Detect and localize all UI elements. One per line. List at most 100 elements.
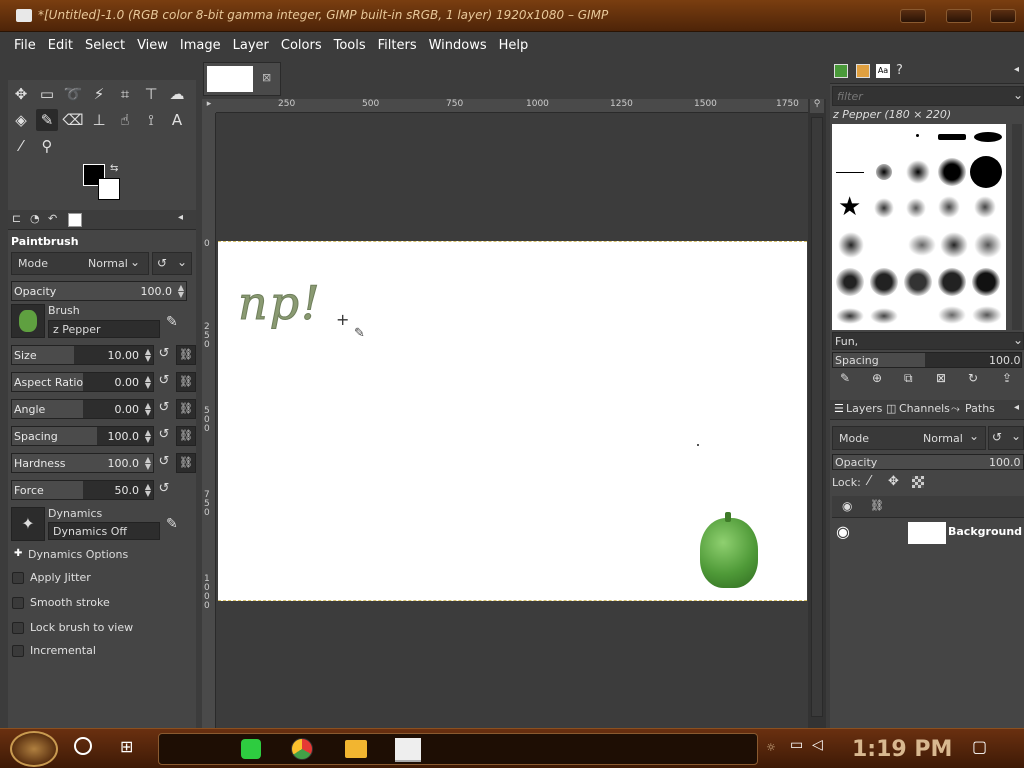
brush-swatch[interactable]: [904, 268, 932, 296]
rect-select-tool-icon[interactable]: ▭: [36, 83, 58, 105]
zoom-icon[interactable]: ⚲: [810, 99, 824, 113]
crop-tool-icon[interactable]: ⌗: [114, 83, 136, 105]
quick-mask-corner-icon[interactable]: ▸: [202, 99, 216, 113]
horizontal-ruler[interactable]: 250 500 750 1000 1250 1500 1750: [216, 99, 808, 113]
brush-swatch[interactable]: [974, 132, 1002, 142]
layer-visibility-eye-icon[interactable]: ◉: [836, 522, 850, 541]
clone-tool-icon[interactable]: ⊥: [88, 109, 110, 131]
apply-jitter-checkbox[interactable]: [12, 572, 24, 584]
vertical-ruler[interactable]: 0 250 500 750 1000: [202, 113, 216, 728]
vertical-scrollbar[interactable]: ⚲: [808, 99, 826, 728]
notifications-icon[interactable]: ▢: [972, 737, 987, 756]
brush-swatch[interactable]: [838, 232, 864, 258]
brush-swatch[interactable]: [972, 306, 1002, 324]
background-color-swatch[interactable]: [98, 178, 120, 200]
open-brush-icon[interactable]: ⇪: [1002, 371, 1012, 385]
menu-view[interactable]: View: [137, 38, 168, 53]
clock[interactable]: 1:19 PM: [852, 737, 952, 762]
mode-reset-dropdown[interactable]: ↺ ⌄: [152, 252, 192, 275]
spin-arrows-icon[interactable]: ▲ ▼: [145, 348, 151, 363]
layer-mode-dropdown[interactable]: Mode Normal ⌄: [832, 426, 986, 450]
notes-app-icon[interactable]: [241, 739, 261, 759]
eraser-tool-icon[interactable]: ⌫: [62, 109, 84, 131]
menu-select[interactable]: Select: [85, 38, 125, 53]
spin-arrows-icon[interactable]: ▲ ▼: [145, 402, 151, 417]
star-brush-icon[interactable]: ★: [838, 194, 861, 220]
image-canvas[interactable]: np! + ✎: [218, 241, 807, 601]
brush-swatch[interactable]: [906, 198, 926, 218]
brush-swatch[interactable]: [940, 232, 968, 258]
brush-filter-input[interactable]: filter ⌄: [832, 86, 1024, 106]
paintbrush-tool-icon[interactable]: ✎: [36, 109, 58, 131]
angle-link-icon[interactable]: ⛓: [176, 399, 196, 419]
brush-swatch[interactable]: [876, 164, 892, 180]
new-brush-icon[interactable]: ⊕: [872, 371, 882, 385]
layer-mode-reset[interactable]: ↺ ⌄: [988, 426, 1024, 450]
menu-tools[interactable]: Tools: [334, 38, 366, 53]
brush-swatch[interactable]: [972, 268, 1000, 296]
refresh-brushes-icon[interactable]: ↻: [968, 371, 978, 385]
lock-alpha-icon[interactable]: [912, 476, 924, 488]
tool-options-tab-icon[interactable]: ⊏: [12, 212, 21, 225]
size-reset-icon[interactable]: ↺: [156, 346, 172, 364]
search-icon[interactable]: [74, 737, 92, 755]
aspect-ratio-slider[interactable]: Aspect Ratio 0.00 ▲ ▼: [11, 372, 154, 392]
brush-swatch[interactable]: [874, 198, 894, 218]
edit-brush-icon[interactable]: ✎: [166, 314, 178, 330]
tab-menu-icon[interactable]: ◂: [178, 212, 183, 223]
spacing-slider[interactable]: Spacing 100.0 ▲ ▼: [11, 426, 154, 446]
menu-help[interactable]: Help: [499, 38, 529, 53]
brush-grid[interactable]: ★: [832, 124, 1006, 330]
sun-icon[interactable]: ☼: [766, 741, 776, 754]
opacity-slider[interactable]: Opacity 100.0 ▲ ▼: [11, 281, 187, 301]
edit-brush-icon[interactable]: ✎: [840, 371, 850, 385]
dynamics-options-expander[interactable]: Dynamics Options: [28, 548, 128, 561]
brush-swatch[interactable]: [906, 160, 930, 184]
scrollbar-thumb[interactable]: [811, 117, 823, 717]
menu-colors[interactable]: Colors: [281, 38, 322, 53]
menu-filters[interactable]: Filters: [378, 38, 417, 53]
lock-pixels-icon[interactable]: ⁄: [868, 474, 870, 489]
brush-swatch[interactable]: [870, 268, 898, 296]
brush-swatch[interactable]: [836, 172, 864, 173]
size-slider[interactable]: Size 10.00 ▲ ▼: [11, 345, 154, 365]
brush-swatch[interactable]: [974, 232, 1002, 258]
patterns-tab-icon[interactable]: [856, 64, 870, 78]
brush-swatch[interactable]: [938, 134, 966, 140]
fonts-tab-icon[interactable]: Aa: [876, 64, 890, 78]
brushes-tab-icon[interactable]: [834, 64, 848, 78]
lock-brush-checkbox[interactable]: [12, 622, 24, 634]
brush-spacing-slider[interactable]: Spacing 100.0: [832, 352, 1022, 368]
tab-layers[interactable]: Layers: [846, 402, 882, 415]
aspect-ratio-reset-icon[interactable]: ↺: [156, 373, 172, 391]
brush-swatch[interactable]: [974, 196, 996, 218]
layer-row[interactable]: ◉ Background: [832, 520, 1024, 546]
brush-swatch[interactable]: [908, 234, 936, 256]
images-tab-icon[interactable]: [68, 213, 82, 227]
brush-swatch[interactable]: [870, 308, 898, 324]
force-reset-icon[interactable]: ↺: [156, 481, 172, 499]
paths-tool-icon[interactable]: ⟟: [140, 109, 162, 131]
spin-arrows-icon[interactable]: ▲ ▼: [145, 483, 151, 498]
undo-history-tab-icon[interactable]: ↶: [48, 212, 57, 225]
menu-windows[interactable]: Windows: [429, 38, 487, 53]
warp-transform-tool-icon[interactable]: ☁: [166, 83, 188, 105]
spin-arrows-icon[interactable]: ▲ ▼: [145, 429, 151, 444]
smudge-tool-icon[interactable]: ☝: [114, 109, 136, 131]
device-status-tab-icon[interactable]: ◔: [30, 212, 40, 225]
dynamics-preview-button[interactable]: ✦: [11, 507, 45, 541]
aspect-ratio-link-icon[interactable]: ⛓: [176, 372, 196, 392]
fuzzy-select-tool-icon[interactable]: ⚡: [88, 83, 110, 105]
brush-swatch[interactable]: [938, 268, 966, 296]
brush-preview-button[interactable]: [11, 304, 45, 338]
force-slider[interactable]: Force 50.0 ▲ ▼: [11, 480, 154, 500]
help-icon[interactable]: ?: [896, 63, 903, 78]
color-picker-tool-icon[interactable]: ⁄: [10, 135, 32, 157]
tab-paths[interactable]: Paths: [965, 402, 995, 415]
spin-arrows-icon[interactable]: ▲ ▼: [145, 456, 151, 471]
layer-opacity-slider[interactable]: Opacity 100.0: [832, 454, 1024, 470]
edit-dynamics-icon[interactable]: ✎: [166, 516, 178, 532]
spacing-reset-icon[interactable]: ↺: [156, 427, 172, 445]
angle-reset-icon[interactable]: ↺: [156, 400, 172, 418]
text-tool-icon[interactable]: A: [166, 109, 188, 131]
